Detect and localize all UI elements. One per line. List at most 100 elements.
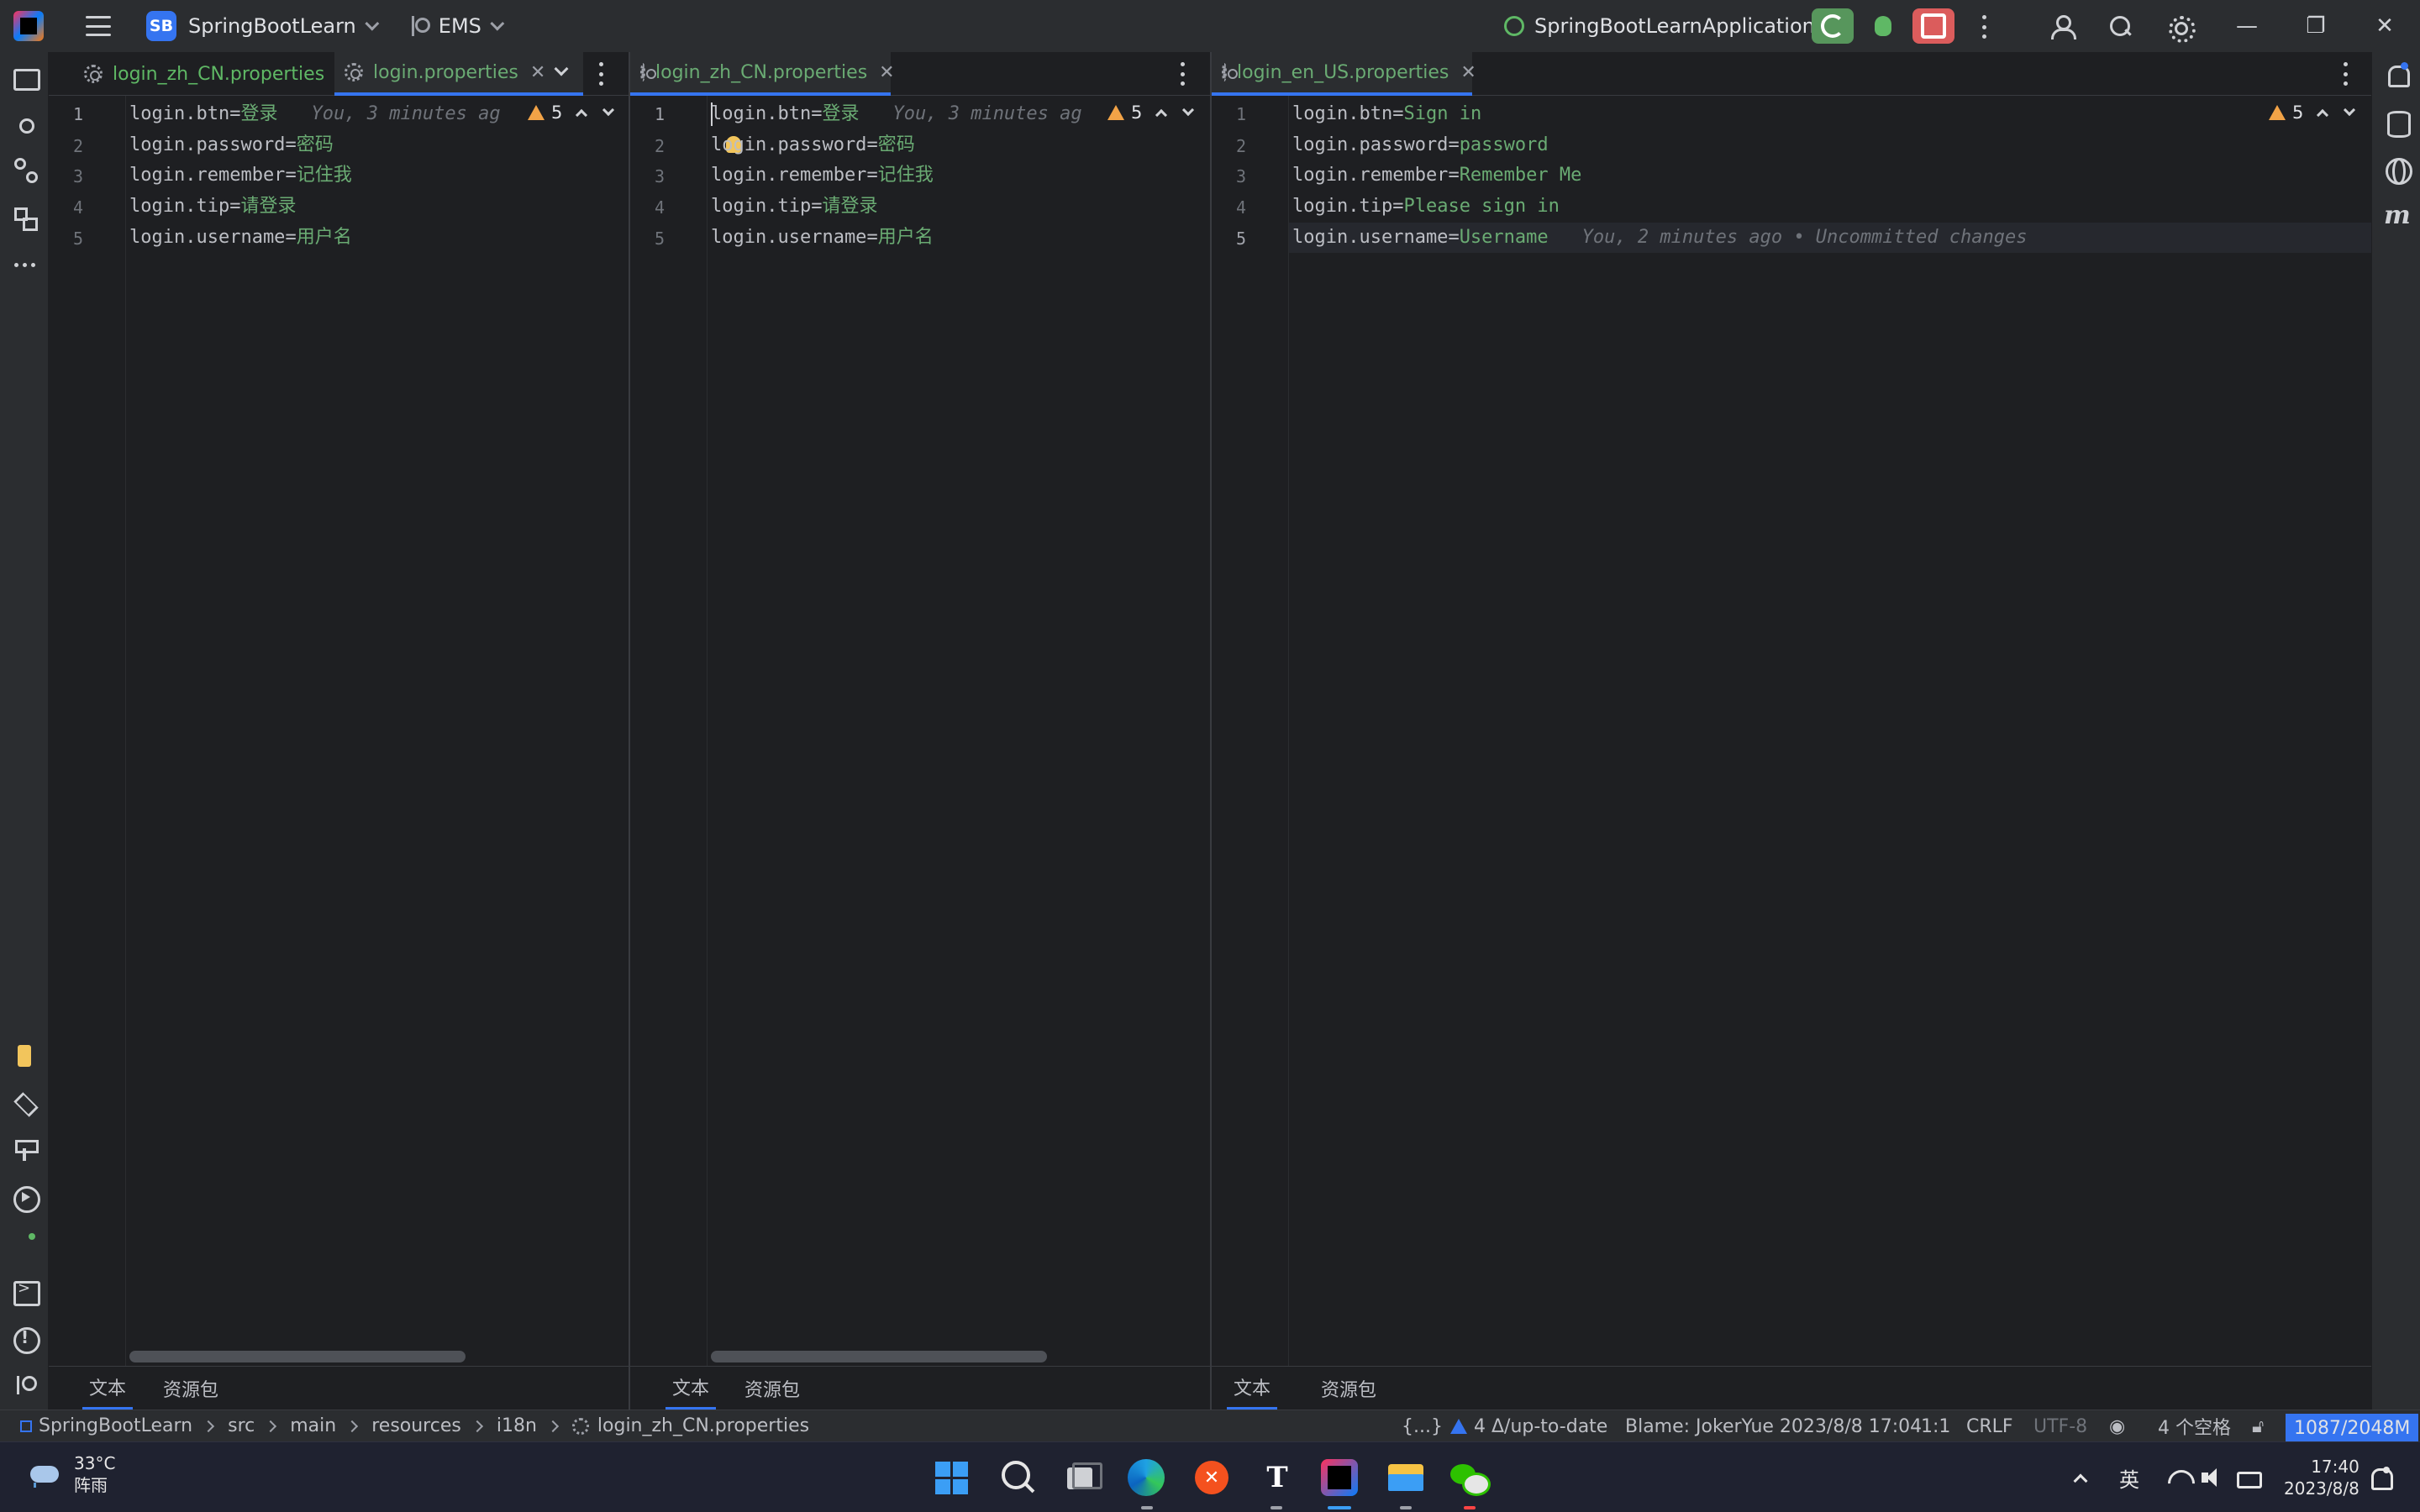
breadcrumb-item[interactable]: main — [290, 1415, 336, 1436]
close-tab-icon[interactable]: ✕ — [879, 62, 894, 83]
wechat-icon[interactable] — [1445, 1454, 1492, 1501]
battery-status[interactable] — [2235, 1442, 2262, 1512]
tab-text[interactable]: 文本 — [1227, 1367, 1278, 1410]
next-highlight-icon[interactable] — [2344, 103, 2356, 117]
memory-indicator[interactable]: 1087/2048M — [2286, 1412, 2419, 1444]
tab-text[interactable]: 文本 — [666, 1367, 717, 1410]
windows-start-button[interactable] — [928, 1454, 975, 1501]
tab-login-zh-cn-properties[interactable]: login_zh_CN.properties ✕ — [630, 52, 895, 96]
vcs-status[interactable]: 4 Δ/up-to-date — [1450, 1410, 1607, 1442]
git-icon[interactable] — [12, 1373, 37, 1398]
code-editor[interactable]: 1 2 3 4 5 login.btn=登录 You, 3 minutes ag … — [49, 96, 629, 1366]
database-icon[interactable] — [2384, 109, 2411, 138]
warnings-indicator[interactable]: 5 — [524, 102, 615, 123]
tab-more-icon[interactable] — [2343, 62, 2348, 86]
clock[interactable]: 17:40 2023/8/8 — [2284, 1442, 2360, 1512]
tab-resource-bundle[interactable]: 资源包 — [156, 1367, 225, 1410]
main-menu-icon[interactable] — [86, 16, 111, 36]
tab-login-properties[interactable]: login.properties ✕ — [334, 52, 583, 96]
tab-resource-bundle[interactable]: 资源包 — [738, 1367, 807, 1410]
close-window-button[interactable]: ✕ — [2351, 0, 2418, 52]
breadcrumb-item[interactable]: src — [228, 1415, 255, 1436]
horizontal-scrollbar[interactable] — [129, 1351, 466, 1362]
indent-setting[interactable]: 4 个空格 — [2158, 1410, 2231, 1442]
settings-gear-icon[interactable] — [2166, 13, 2196, 43]
breadcrumb-item[interactable]: login_zh_CN.properties — [597, 1415, 809, 1436]
braces-indicator[interactable]: {...} — [1402, 1410, 1443, 1442]
more-tools-icon[interactable] — [12, 252, 37, 277]
project-folder-icon[interactable] — [12, 64, 40, 91]
property-key: login.password — [711, 134, 867, 155]
bookmarks-icon[interactable] — [12, 1043, 37, 1068]
warnings-indicator[interactable]: 5 — [1104, 102, 1195, 123]
file-encoding[interactable]: UTF-8 — [2033, 1410, 2087, 1442]
tab-text[interactable]: 文本 — [82, 1367, 134, 1410]
previous-highlight-icon[interactable] — [1155, 108, 1168, 122]
project-name[interactable]: SpringBootLearn — [188, 14, 356, 38]
restore-button[interactable]: ❐ — [2282, 0, 2349, 52]
code-editor[interactable]: 1 2 3 4 5 login.btn=Sign in login.passwo… — [1212, 96, 2371, 1366]
more-actions-icon[interactable] — [1981, 15, 1986, 39]
taskbar-search-icon[interactable] — [993, 1454, 1040, 1501]
tab-login-zh-cn-properties[interactable]: login_zh_CN.properties — [74, 52, 334, 96]
pull-requests-icon[interactable] — [12, 156, 38, 183]
task-view-icon[interactable] — [1057, 1454, 1104, 1501]
typora-icon[interactable]: T — [1254, 1454, 1301, 1501]
branch-name[interactable]: EMS — [439, 14, 481, 38]
intellij-idea-icon[interactable] — [1321, 1459, 1358, 1496]
debug-button[interactable] — [1862, 8, 1904, 44]
warnings-indicator[interactable]: 5 — [2269, 102, 2356, 123]
next-highlight-icon[interactable] — [602, 103, 615, 117]
x-app-icon[interactable]: ✕ — [1195, 1461, 1228, 1494]
edge-browser-icon[interactable] — [1128, 1459, 1165, 1496]
notification-center[interactable] — [2368, 1442, 2393, 1512]
tab-more-icon[interactable] — [598, 62, 603, 86]
breadcrumb-item[interactable]: resources — [371, 1415, 461, 1436]
project-badge[interactable]: SB — [146, 11, 176, 41]
line-separator[interactable]: CRLF — [1966, 1410, 2013, 1442]
tray-overflow[interactable] — [2073, 1442, 2088, 1512]
file-explorer-icon[interactable] — [1381, 1454, 1428, 1501]
search-everywhere-icon[interactable] — [2107, 13, 2133, 39]
close-tab-icon[interactable]: ✕ — [530, 62, 545, 83]
build-icon[interactable] — [12, 1137, 39, 1163]
code-editor[interactable]: 1 2 3 4 5 login.btn=登录 You, 3 minutes ag … — [630, 96, 1210, 1366]
run-config-selector[interactable]: SpringBootLearnApplication — [1504, 0, 1839, 52]
close-tab-icon[interactable]: ✕ — [1460, 62, 1476, 83]
horizontal-scrollbar[interactable] — [711, 1351, 1047, 1362]
chevron-down-icon[interactable] — [365, 16, 380, 31]
previous-highlight-icon[interactable] — [2317, 108, 2329, 122]
reader-mode-eye-icon[interactable]: ◉ — [2109, 1410, 2125, 1442]
services-icon[interactable] — [12, 1184, 40, 1213]
ime-indicator[interactable]: 英 — [2119, 1442, 2139, 1512]
maven-icon[interactable]: m — [2384, 203, 2411, 228]
commit-icon[interactable] — [12, 111, 37, 136]
endpoints-globe-icon[interactable] — [2384, 156, 2412, 185]
blame-info[interactable]: Blame: JokerYue 2023/8/8 17:04 — [1625, 1410, 1922, 1442]
volume-control[interactable] — [2200, 1442, 2225, 1512]
weather-widget[interactable]: 33°C 阵雨 — [25, 1452, 115, 1496]
lock-icon[interactable]: 🔓︎ — [2252, 1410, 2264, 1442]
next-highlight-icon[interactable] — [1182, 103, 1195, 117]
code-with-me-icon[interactable] — [2049, 13, 2076, 39]
chevron-down-icon[interactable] — [490, 16, 505, 31]
structure-icon[interactable] — [12, 205, 38, 231]
rerun-button[interactable] — [1812, 8, 1854, 44]
previous-highlight-icon[interactable] — [576, 108, 588, 122]
breadcrumb-item[interactable]: i18n — [497, 1415, 537, 1436]
stop-button[interactable] — [1912, 8, 1954, 44]
tab-resource-bundle[interactable]: 资源包 — [1314, 1367, 1383, 1410]
notifications-bell-icon[interactable] — [2384, 62, 2410, 87]
tab-more-icon[interactable] — [1180, 62, 1185, 86]
git-branch-icon[interactable] — [408, 14, 430, 38]
caret-position[interactable]: 1:1 — [1921, 1410, 1950, 1442]
problems-icon[interactable] — [12, 1326, 40, 1354]
terminal-icon[interactable] — [12, 1278, 40, 1306]
breadcrumb-item[interactable]: SpringBootLearn — [39, 1415, 192, 1436]
chevron-up-icon[interactable] — [2073, 1473, 2088, 1488]
network-status[interactable] — [2166, 1442, 2191, 1512]
run-icon[interactable] — [12, 1231, 37, 1257]
layers-icon[interactable] — [12, 1090, 37, 1116]
tab-login-en-us-properties[interactable]: login_en_US.properties ✕ — [1212, 52, 1476, 96]
minimize-button[interactable]: — — [2213, 0, 2281, 52]
